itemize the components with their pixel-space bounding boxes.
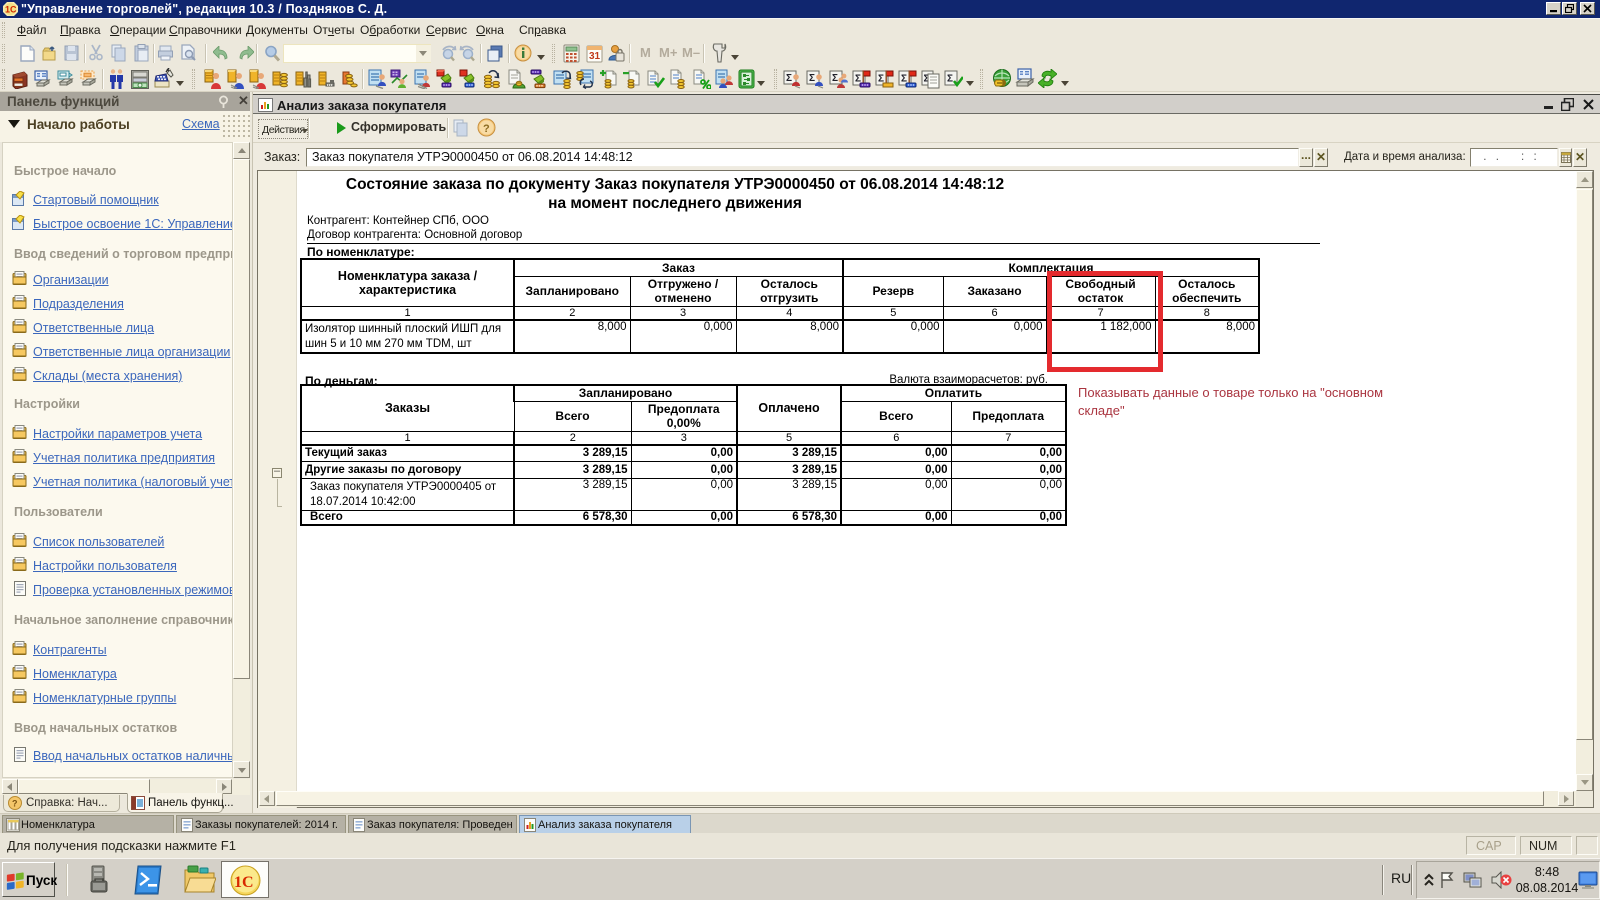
svg-text:Σ: Σ xyxy=(809,73,815,84)
svg-text:1С: 1С xyxy=(5,5,17,15)
svg-text:Σ: Σ xyxy=(832,73,838,84)
svg-text:?: ? xyxy=(12,799,18,809)
svg-text:Σ: Σ xyxy=(947,74,953,85)
svg-text:?: ? xyxy=(483,123,490,135)
svg-text:Σ: Σ xyxy=(786,73,792,84)
svg-text:31: 31 xyxy=(589,51,601,62)
svg-text:1С: 1С xyxy=(234,874,254,891)
